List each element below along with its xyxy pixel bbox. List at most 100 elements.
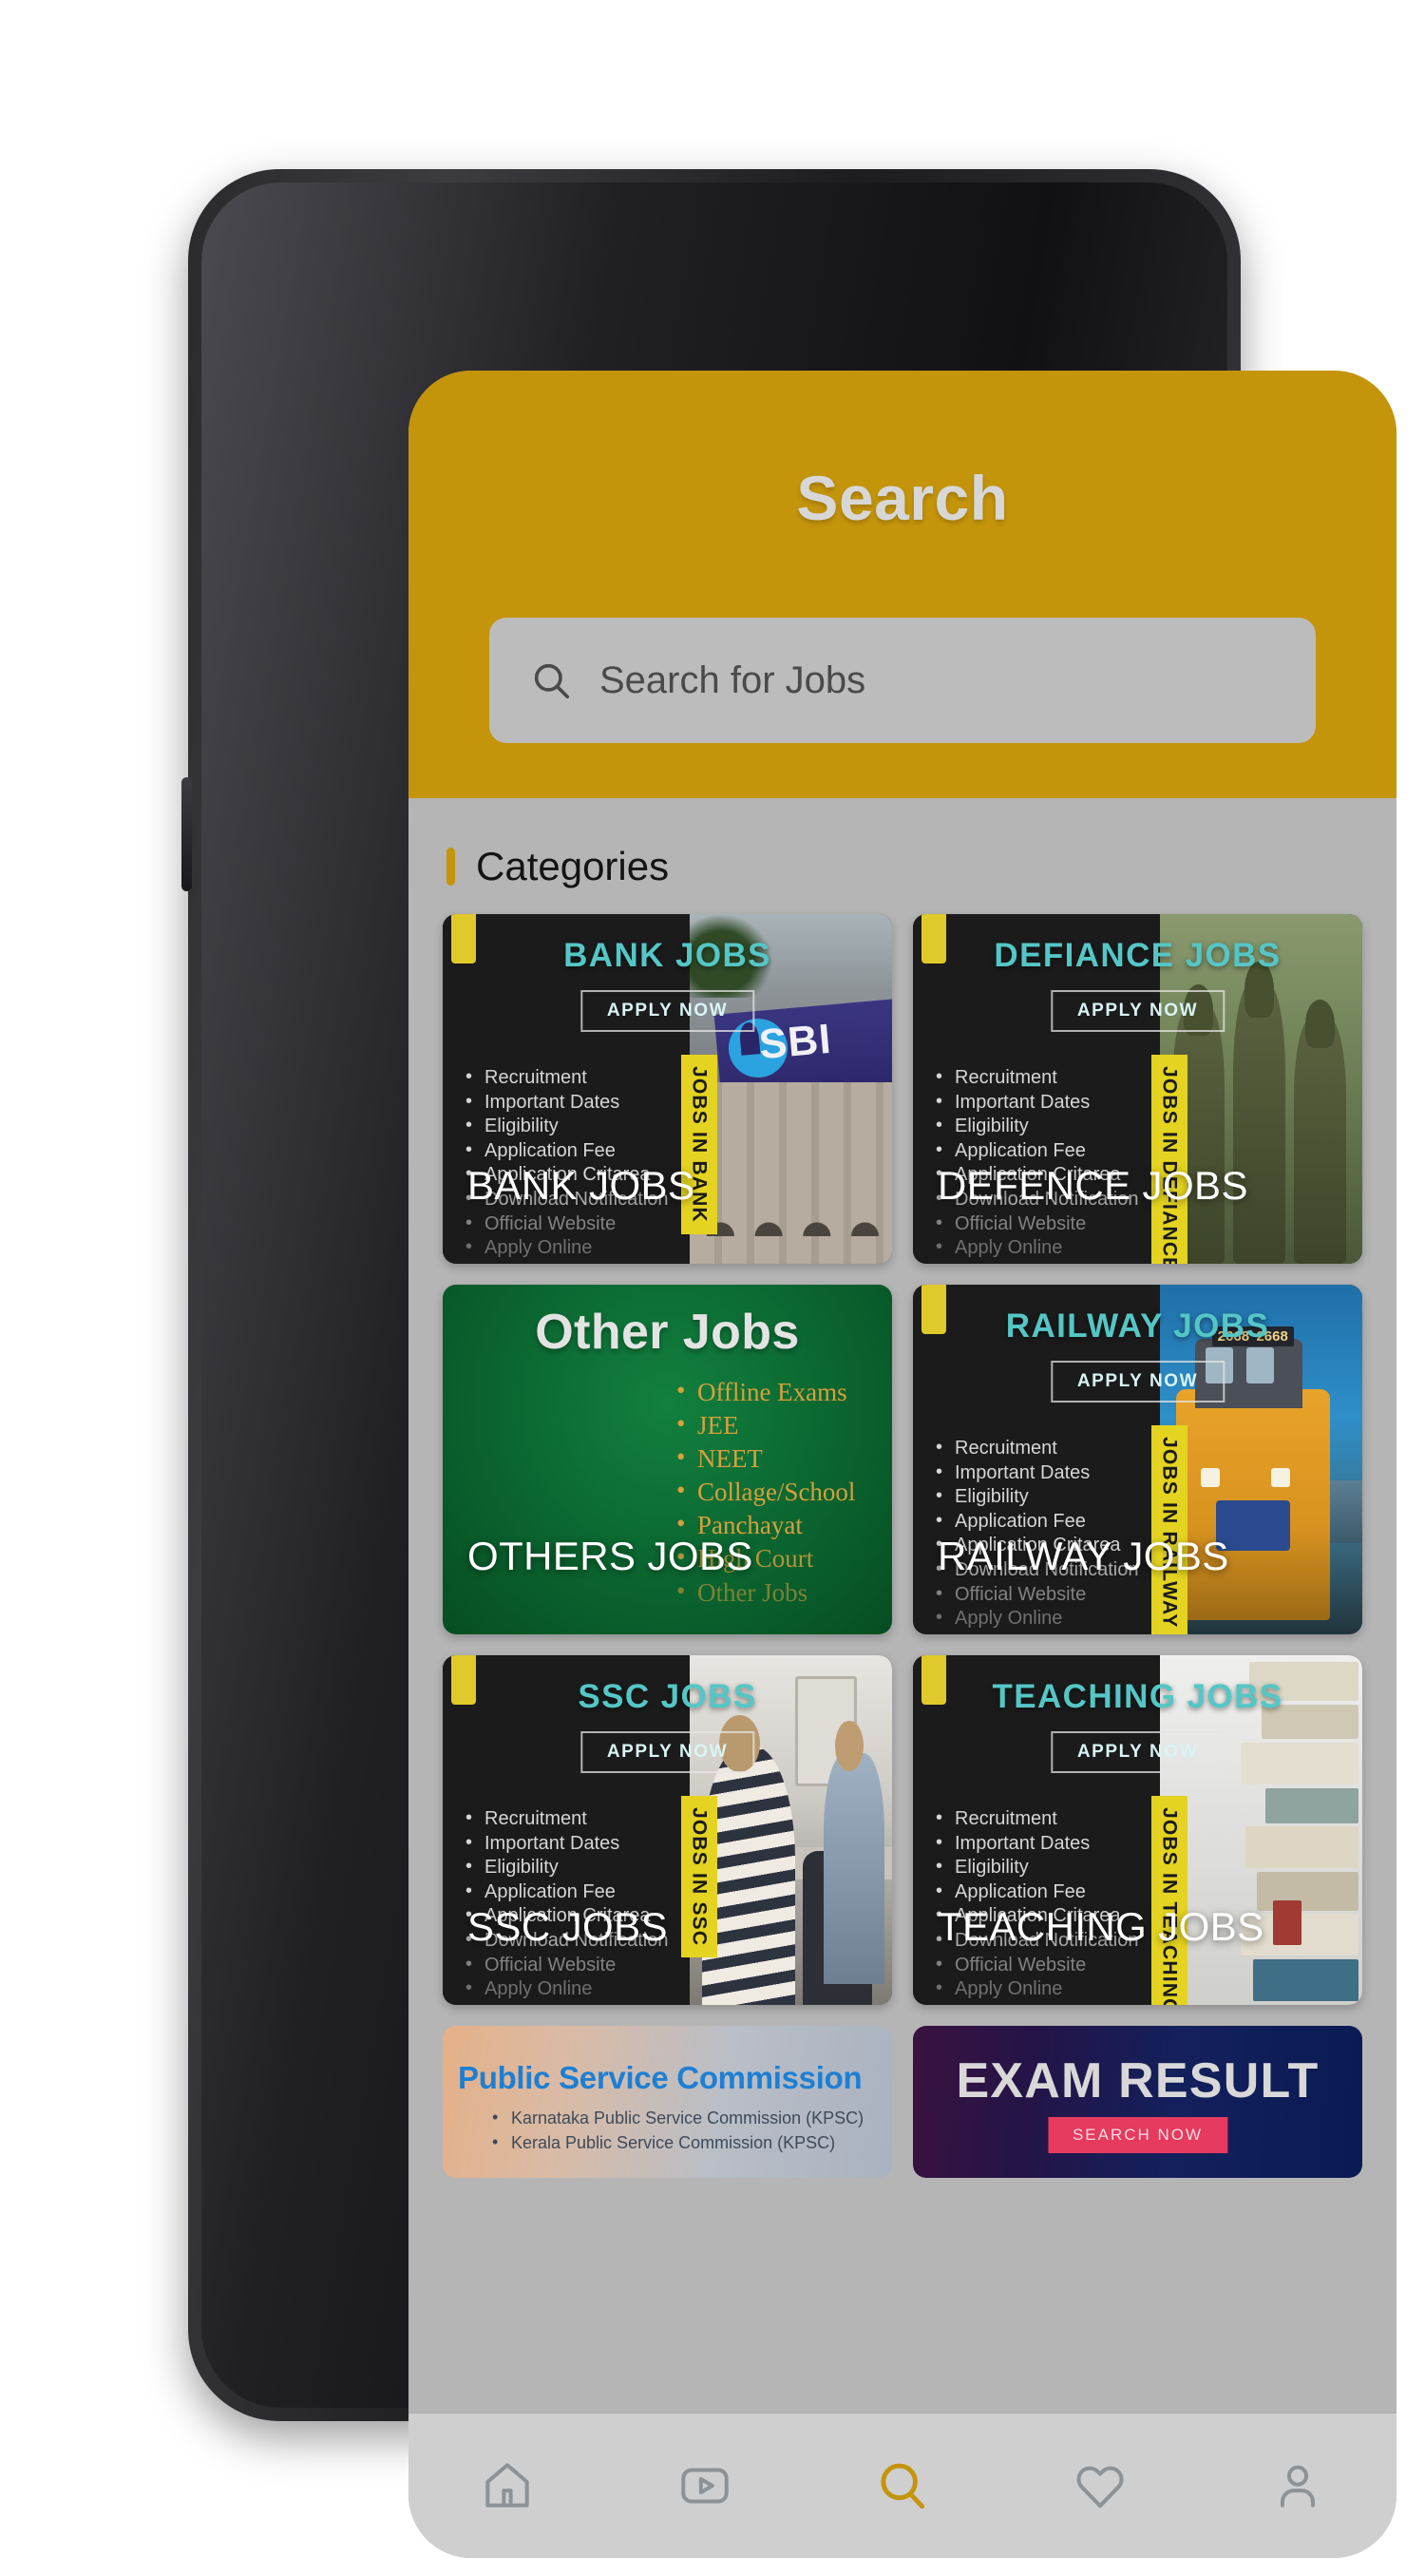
list-item: Recruitment <box>936 1806 1138 1832</box>
list-item: Application Fee <box>936 1880 1138 1905</box>
home-icon <box>485 2463 529 2508</box>
card-side-ribbon: JOBS IN RAILWAY <box>1150 1425 1188 1634</box>
card-corner-tab <box>922 914 946 964</box>
list-item: Collage/School <box>676 1474 855 1509</box>
category-label: RAILWAY JOBS <box>938 1534 1229 1578</box>
list-item: Eligibility <box>936 1114 1138 1139</box>
page-title: Search <box>796 463 1009 533</box>
list-item: Official Website <box>936 1212 1138 1237</box>
card-art-heading: BANK JOBS <box>563 937 771 974</box>
category-card-defence[interactable]: DEFIANCE JOBS APPLY NOW Recruitment Impo… <box>913 914 1362 1264</box>
card-corner-tab <box>922 1655 946 1705</box>
list-item: Application Fee <box>466 1880 668 1905</box>
search-now-button[interactable]: SEARCH NOW <box>1047 2117 1228 2153</box>
categories-section-header: Categories <box>408 830 1396 914</box>
list-item: Apply Online <box>936 1976 1138 2002</box>
list-item: Application Fee <box>936 1509 1138 1535</box>
heart-icon <box>1076 2466 1124 2509</box>
card-art-heading: TEACHING JOBS <box>992 1678 1283 1715</box>
assistant-button[interactable] <box>181 777 192 891</box>
category-label: OTHERS JOBS <box>467 1534 753 1578</box>
list-item: Application Fee <box>936 1138 1138 1164</box>
list-item: Eligibility <box>466 1855 668 1880</box>
categories-grid: SBI BANK JOBS APPLY NOW Recruitme <box>408 914 1396 2178</box>
list-item: Eligibility <box>936 1855 1138 1880</box>
apply-now-button[interactable]: APPLY NOW <box>1050 990 1226 1032</box>
card-feature-list: Karnataka Public Service Commission (KPS… <box>492 2105 864 2155</box>
list-item: Official Website <box>466 1212 668 1237</box>
list-item: Recruitment <box>936 1436 1138 1461</box>
category-card-teaching[interactable]: TEACHING JOBS APPLY NOW Recruitment Impo… <box>913 1655 1362 2005</box>
list-item: Eligibility <box>466 1114 668 1139</box>
nav-item-videos[interactable] <box>648 2433 762 2538</box>
list-item: Apply Online <box>936 1606 1138 1631</box>
list-item: Apply Online <box>466 1976 668 2002</box>
card-art-heading: Public Service Commission <box>458 2060 863 2095</box>
list-item: Recruitment <box>466 1065 668 1091</box>
phone-screen: 4:19 PM | 1.0MB/s <box>408 371 1396 2558</box>
section-title: Categories <box>476 844 670 888</box>
section-accent-bar <box>446 848 455 886</box>
category-card-exam-result[interactable]: EXAM RESULT SEARCH NOW <box>913 2026 1362 2178</box>
nav-item-profile[interactable] <box>1241 2433 1355 2538</box>
card-art-heading: RAILWAY JOBS <box>1005 1307 1270 1345</box>
apply-now-button[interactable]: APPLY NOW <box>1050 1361 1226 1402</box>
card-corner-tab <box>451 914 476 964</box>
list-item: Important Dates <box>936 1460 1138 1486</box>
card-side-ribbon: JOBS IN TEACHING <box>1150 1796 1188 2005</box>
list-item: Important Dates <box>936 1831 1138 1857</box>
category-card-bank[interactable]: SBI BANK JOBS APPLY NOW Recruitme <box>443 914 892 1264</box>
search-icon <box>534 663 570 699</box>
screenshot-root: 4:19 PM | 1.0MB/s <box>0 0 1425 2576</box>
search-input[interactable]: Search for Jobs <box>599 659 865 702</box>
search-icon <box>881 2463 925 2509</box>
list-item: Offline Exams <box>676 1374 855 1409</box>
list-item: Eligibility <box>936 1484 1138 1510</box>
list-item: Recruitment <box>936 1065 1138 1091</box>
list-item: Application Fee <box>466 1138 668 1164</box>
card-corner-tab <box>451 1655 476 1705</box>
card-art-heading: EXAM RESULT <box>956 2053 1320 2109</box>
card-side-ribbon: JOBS IN DEFIANCE <box>1150 1055 1188 1264</box>
list-item: Recruitment <box>466 1806 668 1832</box>
card-art-heading: Other Jobs <box>535 1305 800 1360</box>
category-label: TEACHING JOBS <box>938 1904 1264 1949</box>
category-card-ssc[interactable]: SSC JOBS APPLY NOW Recruitment Important… <box>443 1655 892 2005</box>
nav-item-favourites[interactable] <box>1043 2433 1157 2538</box>
list-item: Kerala Public Service Commission (KPSC) <box>492 2129 864 2155</box>
card-corner-tab <box>922 1285 946 1334</box>
category-card-railway[interactable]: 2668 2668 RAILWAY JOBS APPLY NOW • Recru… <box>913 1285 1362 1634</box>
list-item: Apply Online <box>936 1235 1138 1261</box>
card-art-heading: SSC JOBS <box>578 1678 757 1715</box>
search-header: Search Search for Jobs <box>408 371 1396 798</box>
phone-device-frame: 4:19 PM | 1.0MB/s <box>181 169 1396 2558</box>
list-item: NEET <box>676 1441 855 1476</box>
video-play-icon <box>681 2468 729 2504</box>
categories-body: Categories SBI BANK JOBS APPLY NOW • Rec… <box>408 798 1396 2414</box>
apply-now-button[interactable]: APPLY NOW <box>1050 1731 1226 1773</box>
list-item: Other Jobs <box>676 1574 855 1610</box>
category-label: SSC JOBS <box>467 1904 668 1949</box>
category-card-others[interactable]: Other Jobs Offline Exams JEE NEET Collag… <box>443 1285 892 1634</box>
category-card-public-service-commission[interactable]: Public Service Commission Karnataka Publ… <box>443 2026 892 2178</box>
card-side-ribbon: JOBS IN SSC <box>680 1796 717 1958</box>
search-bar[interactable]: Search for Jobs <box>489 618 1316 743</box>
apply-now-button[interactable]: APPLY NOW <box>580 1731 755 1773</box>
card-art-heading: DEFIANCE JOBS <box>994 937 1282 974</box>
bottom-navigation-bar <box>408 2414 1396 2558</box>
list-item: Official Website <box>466 1953 668 1978</box>
apply-now-button[interactable]: APPLY NOW <box>580 990 755 1032</box>
category-label: DEFENCE JOBS <box>938 1163 1248 1208</box>
list-item: Important Dates <box>936 1090 1138 1116</box>
category-label: BANK JOBS <box>467 1163 695 1208</box>
list-item: Official Website <box>936 1953 1138 1978</box>
list-item: Official Website <box>936 1582 1138 1608</box>
nav-item-search[interactable] <box>846 2433 960 2538</box>
list-item: Important Dates <box>466 1831 668 1857</box>
list-item: JEE <box>676 1407 855 1442</box>
list-item: Apply Online <box>466 1235 668 1261</box>
scroll-content[interactable]: Search Search for Jobs Categories SBI BA… <box>408 371 1396 2414</box>
nav-item-home[interactable] <box>450 2433 564 2538</box>
list-item: Important Dates <box>466 1090 668 1116</box>
list-item: Karnataka Public Service Commission (KPS… <box>492 2105 864 2130</box>
